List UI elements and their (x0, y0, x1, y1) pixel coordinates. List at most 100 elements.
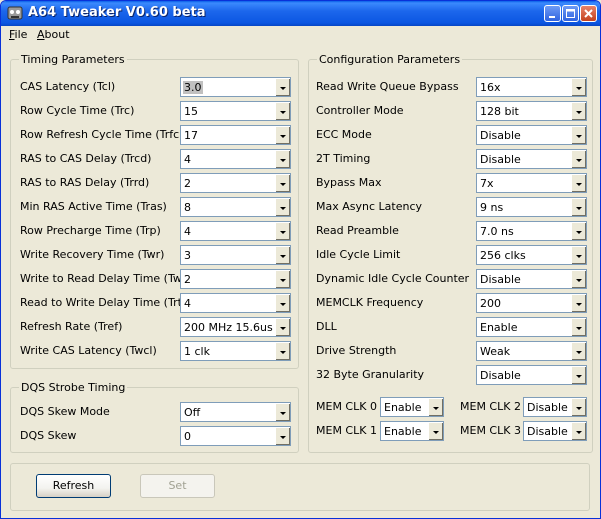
mem-clk-3-label: MEM CLK 3 (460, 424, 521, 437)
max-async-latency-label: Max Async Latency (316, 200, 422, 213)
minimize-icon (549, 16, 555, 18)
cas-latency-value: 3.0 (183, 81, 203, 94)
idle-cycle-limit-select[interactable]: 256 clks (476, 245, 587, 265)
refresh-rate-value: 200 MHz 15.6us (184, 321, 273, 334)
32-byte-granularity-select[interactable]: Disable (476, 365, 587, 385)
ecc-mode-value: Disable (480, 129, 521, 142)
dropdown-arrow-icon[interactable] (275, 403, 290, 421)
close-button[interactable] (580, 5, 597, 22)
row-refresh-cycle-time-label: Row Refresh Cycle Time (Trfc) (20, 128, 184, 141)
read-write-queue-bypass-select[interactable]: 16x (476, 77, 587, 97)
dll-select[interactable]: Enable (476, 317, 587, 337)
dropdown-arrow-icon[interactable] (571, 246, 586, 264)
dynamic-idle-cycle-counter-label: Dynamic Idle Cycle Counter (316, 272, 470, 285)
title-bar[interactable]: A64 Tweaker V0.60 beta (1, 1, 600, 26)
drive-strength-select[interactable]: Weak (476, 341, 587, 361)
mem-clk-0-label: MEM CLK 0 (316, 400, 377, 413)
cas-latency-label: CAS Latency (Tcl) (20, 80, 116, 93)
mem-clk-0-select[interactable]: Enable (380, 397, 444, 417)
dropdown-arrow-icon[interactable] (428, 398, 443, 416)
row-precharge-time-select[interactable]: 4 (180, 221, 291, 241)
bypass-max-select[interactable]: 7x (476, 173, 587, 193)
dqs-strobe-title: DQS Strobe Timing (19, 381, 128, 394)
dropdown-arrow-icon[interactable] (571, 126, 586, 144)
dropdown-arrow-icon[interactable] (571, 150, 586, 168)
write-recovery-time-value: 3 (184, 249, 191, 262)
menu-about[interactable]: About (37, 28, 70, 41)
max-async-latency-select[interactable]: 9 ns (476, 197, 587, 217)
write-to-read-delay-time-select[interactable]: 2 (180, 269, 291, 289)
row-precharge-time-label: Row Precharge Time (Trp) (20, 224, 161, 237)
refresh-button[interactable]: Refresh (36, 474, 111, 498)
write-recovery-time-label: Write Recovery Time (Twr) (20, 248, 165, 261)
dropdown-arrow-icon[interactable] (571, 398, 586, 416)
set-button[interactable]: Set (140, 474, 215, 498)
refresh-rate-select[interactable]: 200 MHz 15.6us (180, 317, 291, 337)
dropdown-arrow-icon[interactable] (571, 294, 586, 312)
min-ras-active-time-value: 8 (184, 201, 191, 214)
mem-clk-1-select[interactable]: Enable (380, 421, 444, 441)
dropdown-arrow-icon[interactable] (571, 342, 586, 360)
write-cas-latency-value: 1 clk (184, 345, 210, 358)
write-to-read-delay-time-value: 2 (184, 273, 191, 286)
memclk-frequency-label: MEMCLK Frequency (316, 296, 424, 309)
dropdown-arrow-icon[interactable] (275, 102, 290, 120)
dropdown-arrow-icon[interactable] (275, 246, 290, 264)
memclk-frequency-select[interactable]: 200 (476, 293, 587, 313)
dropdown-arrow-icon[interactable] (275, 342, 290, 360)
min-ras-active-time-label: Min RAS Active Time (Tras) (20, 200, 167, 213)
dropdown-arrow-icon[interactable] (571, 174, 586, 192)
mem-clk-2-select[interactable]: Disable (523, 397, 587, 417)
dropdown-arrow-icon[interactable] (571, 366, 586, 384)
ras-to-cas-delay-select[interactable]: 4 (180, 149, 291, 169)
dropdown-arrow-icon[interactable] (571, 78, 586, 96)
dropdown-arrow-icon[interactable] (275, 126, 290, 144)
ecc-mode-select[interactable]: Disable (476, 125, 587, 145)
row-refresh-cycle-time-select[interactable]: 17 (180, 125, 291, 145)
minimize-button[interactable] (544, 5, 561, 22)
dropdown-arrow-icon[interactable] (275, 427, 290, 445)
menu-file[interactable]: File (9, 28, 27, 41)
dropdown-arrow-icon[interactable] (275, 270, 290, 288)
dropdown-arrow-icon[interactable] (428, 422, 443, 440)
dropdown-arrow-icon[interactable] (275, 198, 290, 216)
cas-latency-select[interactable]: 3.0 (180, 77, 291, 97)
32-byte-granularity-value: Disable (480, 369, 521, 382)
dropdown-arrow-icon[interactable] (571, 270, 586, 288)
dropdown-arrow-icon[interactable] (571, 318, 586, 336)
dropdown-arrow-icon[interactable] (275, 222, 290, 240)
dropdown-arrow-icon[interactable] (275, 150, 290, 168)
configuration-parameters-title: Configuration Parameters (317, 53, 463, 66)
maximize-button[interactable] (562, 5, 579, 22)
row-cycle-time-select[interactable]: 15 (180, 101, 291, 121)
mem-clk-3-value: Disable (527, 425, 568, 438)
read-write-queue-bypass-value: 16x (480, 81, 501, 94)
dynamic-idle-cycle-counter-select[interactable]: Disable (476, 269, 587, 289)
mem-clk-3-select[interactable]: Disable (523, 421, 587, 441)
dqs-skew-mode-select[interactable]: Off (180, 402, 291, 422)
dropdown-arrow-icon[interactable] (571, 102, 586, 120)
dqs-skew-mode-label: DQS Skew Mode (20, 405, 110, 418)
close-icon (584, 9, 593, 18)
write-cas-latency-select[interactable]: 1 clk (180, 341, 291, 361)
dqs-skew-select[interactable]: 0 (180, 426, 291, 446)
min-ras-active-time-select[interactable]: 8 (180, 197, 291, 217)
dropdown-arrow-icon[interactable] (275, 294, 290, 312)
dropdown-arrow-icon[interactable] (275, 78, 290, 96)
dropdown-arrow-icon[interactable] (571, 422, 586, 440)
app-window: A64 Tweaker V0.60 beta File About Timing… (0, 0, 601, 519)
dropdown-arrow-icon[interactable] (275, 318, 290, 336)
dropdown-arrow-icon[interactable] (275, 174, 290, 192)
read-to-write-delay-time-select[interactable]: 4 (180, 293, 291, 313)
read-preamble-select[interactable]: 7.0 ns (476, 221, 587, 241)
drive-strength-label: Drive Strength (316, 344, 397, 357)
app-icon (7, 6, 23, 20)
ras-to-ras-delay-select[interactable]: 2 (180, 173, 291, 193)
dropdown-arrow-icon[interactable] (571, 222, 586, 240)
row-refresh-cycle-time-value: 17 (184, 129, 198, 142)
ras-to-ras-delay-value: 2 (184, 177, 191, 190)
controller-mode-select[interactable]: 128 bit (476, 101, 587, 121)
dropdown-arrow-icon[interactable] (571, 198, 586, 216)
write-recovery-time-select[interactable]: 3 (180, 245, 291, 265)
2t-timing-select[interactable]: Disable (476, 149, 587, 169)
